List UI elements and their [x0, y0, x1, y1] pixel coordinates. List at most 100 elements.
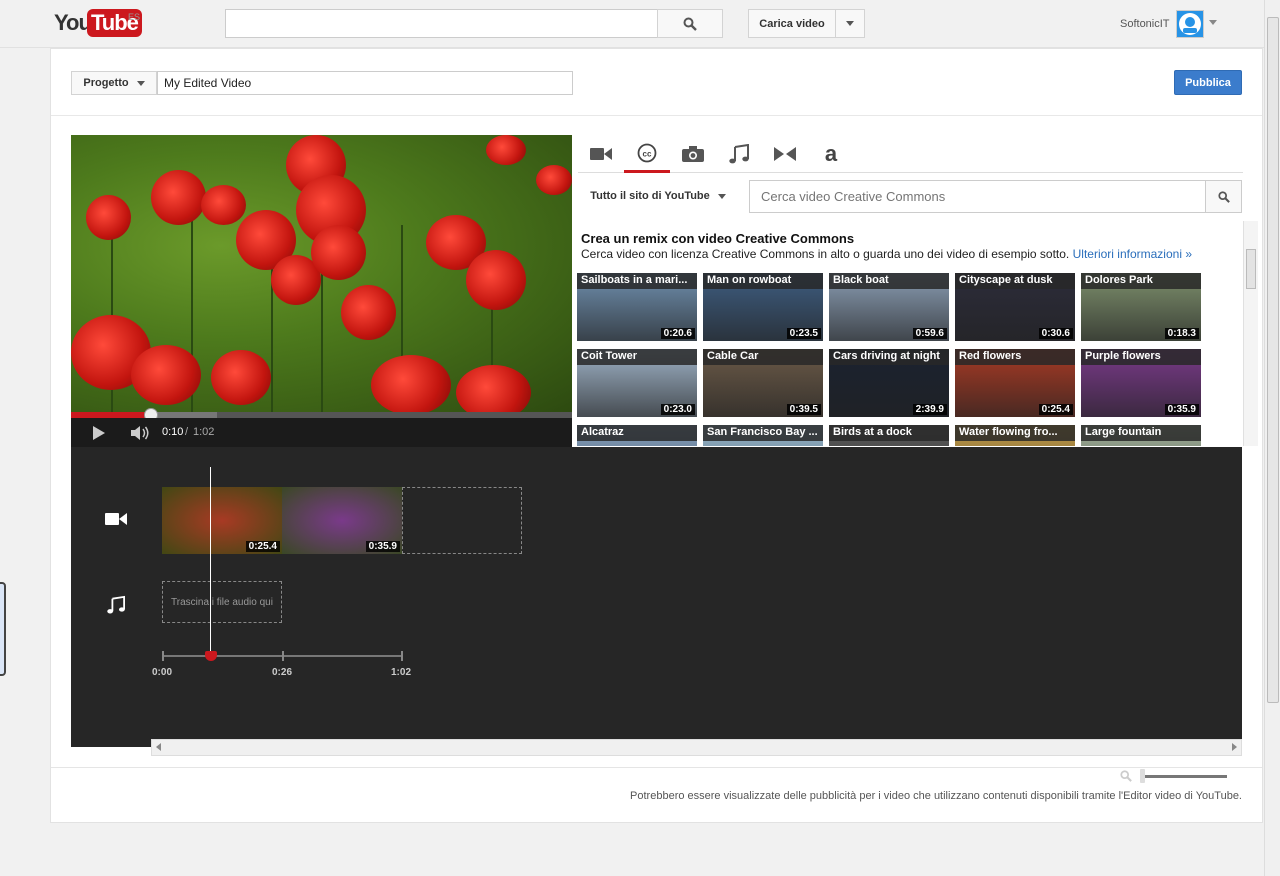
audio-track-icon: [107, 595, 125, 614]
cc-video-thumbnail[interactable]: Large fountain: [1081, 425, 1201, 446]
svg-text:cc: cc: [643, 149, 652, 158]
tab-photos[interactable]: [670, 135, 716, 173]
cc-video-title: Dolores Park: [1081, 273, 1201, 289]
playhead-marker[interactable]: [205, 651, 217, 661]
tab-transitions[interactable]: [762, 135, 808, 173]
cc-video-duration: 0:59.6: [912, 328, 947, 339]
media-tabs: cc a: [578, 135, 1243, 173]
cc-video-title: Black boat: [829, 273, 949, 289]
music-note-icon: [729, 144, 749, 164]
svg-text:a: a: [825, 144, 838, 164]
cc-video-duration: 0:18.3: [1164, 328, 1199, 339]
player-controls: 0:10 / 1:02: [71, 418, 572, 447]
search-input[interactable]: [225, 9, 658, 38]
upload-button[interactable]: Carica video: [748, 9, 836, 38]
cc-video-title: Red flowers: [955, 349, 1075, 365]
chevron-down-icon: [717, 193, 726, 199]
cc-video-title: Birds at a dock: [829, 425, 949, 441]
cc-video-title: Cable Car: [703, 349, 823, 365]
play-icon[interactable]: [93, 426, 105, 440]
cc-video-thumbnail[interactable]: Cable Car 0:39.5: [703, 349, 823, 417]
cc-video-duration: 0:35.9: [1164, 404, 1199, 415]
project-name-field[interactable]: [157, 71, 573, 95]
side-panel-handle[interactable]: [0, 582, 6, 676]
cc-video-title: Purple flowers: [1081, 349, 1201, 365]
tab-audio[interactable]: [716, 135, 762, 173]
page-scrollbar-thumb[interactable]: [1267, 17, 1279, 703]
masthead: You Tube ES Carica video SoftonicIT: [0, 0, 1264, 48]
playhead-line[interactable]: [210, 467, 211, 659]
total-duration: 1:02: [193, 426, 215, 438]
learn-more-link[interactable]: Ulteriori informazioni »: [1073, 247, 1192, 261]
time-separator: /: [185, 426, 189, 438]
ruler-label-mid: 0:26: [272, 667, 293, 678]
cc-video-thumbnail[interactable]: Dolores Park 0:18.3: [1081, 273, 1201, 341]
search-scope-label: Tutto il sito di YouTube: [590, 190, 710, 202]
scroll-left-icon[interactable]: [156, 743, 161, 751]
cc-search-button[interactable]: [1205, 180, 1242, 213]
preview-player[interactable]: 0:10 / 1:02: [71, 135, 572, 447]
cc-video-duration: 0:39.5: [786, 404, 821, 415]
timeline-clip[interactable]: 0:35.9: [282, 487, 402, 554]
account-menu-chevron-icon[interactable]: [1209, 20, 1217, 25]
cc-video-thumbnail[interactable]: Water flowing fro...: [955, 425, 1075, 446]
upload-menu-button[interactable]: [835, 9, 865, 38]
audio-drop-zone[interactable]: Trascina i file audio qui: [162, 581, 282, 623]
search-button[interactable]: [657, 9, 723, 38]
ruler-label-end: 1:02: [391, 667, 412, 678]
tab-my-videos[interactable]: [578, 135, 624, 173]
project-menu-label: Progetto: [83, 77, 129, 89]
timeline-clip[interactable]: 0:25.4: [162, 487, 282, 554]
cc-intro-body: Cerca video con licenza Creative Commons…: [581, 247, 1070, 261]
cc-video-duration: 0:30.6: [1038, 328, 1073, 339]
cc-video-thumbnail[interactable]: Coit Tower 0:23.0: [577, 349, 697, 417]
cc-video-thumbnail[interactable]: Red flowers 0:25.4: [955, 349, 1075, 417]
logo-you: You: [54, 10, 92, 35]
cc-video-title: Man on rowboat: [703, 273, 823, 289]
tab-creative-commons[interactable]: cc: [624, 135, 670, 173]
text-icon: a: [825, 144, 838, 164]
project-menu-button[interactable]: Progetto: [71, 71, 157, 95]
cc-video-thumbnail[interactable]: San Francisco Bay ...: [703, 425, 823, 446]
cc-video-thumbnail[interactable]: Purple flowers 0:35.9: [1081, 349, 1201, 417]
volume-icon[interactable]: [131, 426, 151, 440]
cc-grid-scrollbar[interactable]: [1243, 221, 1258, 446]
cc-video-thumbnail[interactable]: Birds at a dock: [829, 425, 949, 446]
cc-video-duration: 0:20.6: [660, 328, 695, 339]
tab-text[interactable]: a: [808, 135, 854, 173]
footer-note: Potrebbero essere visualizzate delle pub…: [630, 790, 1242, 802]
timeline-scrollbar[interactable]: [151, 739, 1242, 756]
cc-intro-text: Cerca video con licenza Creative Commons…: [581, 247, 1192, 261]
video-camera-icon: [590, 148, 612, 160]
cc-video-thumbnail[interactable]: Sailboats in a mari... 0:20.6: [577, 273, 697, 341]
cc-video-title: Water flowing fro...: [955, 425, 1075, 441]
ruler-tick: [401, 651, 403, 661]
cc-grid-scrollbar-thumb[interactable]: [1246, 249, 1256, 289]
cc-video-title: Cityscape at dusk: [955, 273, 1075, 289]
page-scrollbar[interactable]: [1264, 0, 1280, 876]
cc-video-duration: 0:23.5: [786, 328, 821, 339]
cc-search-input[interactable]: [749, 180, 1206, 213]
cc-video-thumbnail[interactable]: Cityscape at dusk 0:30.6: [955, 273, 1075, 341]
ruler-tick: [162, 651, 164, 661]
cc-video-duration: 0:25.4: [1038, 404, 1073, 415]
footer-divider: [51, 767, 1262, 768]
video-drop-zone[interactable]: [402, 487, 522, 554]
search-icon: [683, 17, 697, 31]
cc-video-thumbnail[interactable]: Alcatraz: [577, 425, 697, 446]
cc-video-thumbnail[interactable]: Cars driving at night 2:39.9: [829, 349, 949, 417]
publish-button[interactable]: Pubblica: [1174, 70, 1242, 95]
cc-video-thumbnail[interactable]: Black boat 0:59.6: [829, 273, 949, 341]
project-bar: Progetto Pubblica: [51, 49, 1262, 116]
cc-video-thumbnail[interactable]: Man on rowboat 0:23.5: [703, 273, 823, 341]
scroll-right-icon[interactable]: [1232, 743, 1237, 751]
current-time: 0:10: [162, 426, 184, 438]
user-name[interactable]: SoftonicIT: [1120, 18, 1170, 30]
search-scope-button[interactable]: Tutto il sito di YouTube: [578, 180, 738, 212]
zoom-slider[interactable]: [1141, 775, 1227, 778]
preview-frame: [71, 135, 572, 420]
avatar[interactable]: [1176, 10, 1204, 38]
zoom-slider-handle[interactable]: [1140, 769, 1145, 783]
timeline-editor: 0:25.4 0:35.9 Trascina i file audio qui 0…: [71, 447, 1242, 783]
chevron-down-icon: [846, 21, 854, 26]
